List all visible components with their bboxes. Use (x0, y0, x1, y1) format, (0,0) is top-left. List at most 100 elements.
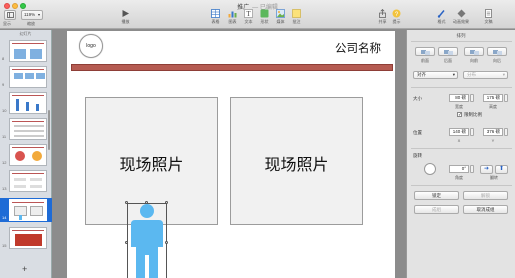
chart-label: 图表 (228, 19, 237, 24)
window-titlebar: 推广 — 已编辑 显示 119% ▾ 缩放 播放 表格 图表 T 文本 形状 媒体 … (0, 0, 515, 29)
ungroup-button[interactable]: 取消成组 (463, 205, 508, 214)
x-stepper[interactable] (470, 128, 474, 136)
slide-number: 11 (2, 134, 7, 139)
slide-preview (9, 144, 47, 166)
slide-number: 10 (2, 108, 7, 113)
distribute-select[interactable]: 分布 ▾ (463, 71, 508, 79)
resize-handle-top-right[interactable] (165, 201, 168, 204)
text-icon: T (244, 9, 253, 18)
text-label: 文本 (244, 19, 253, 24)
back-label: 后面 (444, 58, 452, 63)
table-label: 表格 (211, 19, 220, 24)
table-button[interactable]: 表格 (211, 9, 220, 25)
flip-vertical-icon: ⬆ (498, 166, 505, 172)
format-button[interactable]: 格式 (437, 9, 446, 25)
header-bar[interactable] (71, 64, 393, 71)
selection-frame (127, 203, 167, 278)
constrain-proportions-checkbox[interactable]: ✓ (457, 112, 462, 118)
help-icon: ? (392, 9, 401, 18)
height-stepper[interactable] (504, 94, 508, 102)
zoom-select[interactable]: 119% ▾ (21, 10, 43, 20)
slide-number: 9 (2, 82, 5, 87)
share-button[interactable]: 共享 (378, 9, 387, 25)
slide-thumbnail-14[interactable]: 14 (0, 198, 52, 222)
rotate-label: 旋转 (413, 153, 422, 158)
comment-button[interactable]: 批注 (292, 9, 301, 25)
text-button[interactable]: T 文本 (244, 9, 253, 25)
slide-thumbnail-8[interactable]: 8 (0, 39, 52, 63)
slide-preview (9, 66, 47, 88)
resize-handle-right[interactable] (165, 241, 168, 244)
bring-forward-button[interactable] (464, 47, 484, 56)
slide-thumbnail-9[interactable]: 9 (0, 65, 52, 89)
paintbrush-icon (437, 10, 445, 18)
group-button[interactable]: 成组 (414, 205, 459, 214)
send-to-back-button[interactable] (438, 47, 458, 56)
play-button[interactable]: 播放 (121, 9, 130, 25)
chevron-down-icon: ▾ (452, 72, 455, 77)
x-field[interactable]: 140 磅 (449, 128, 469, 136)
slide-thumbnail-12[interactable]: 12 (0, 143, 52, 167)
navigator-scrollbar[interactable] (48, 110, 50, 150)
arrange-inspector: 排列 前面 后面 向前 向后 对齐 ▾ 分布 ▾ 大小 80 磅 175 磅 宽度 … (406, 30, 515, 278)
y-stepper[interactable] (504, 128, 508, 136)
height-label: 高度 (489, 104, 497, 109)
add-slide-button[interactable]: + (22, 264, 27, 274)
table-icon (211, 9, 220, 18)
resize-handle-top[interactable] (145, 201, 148, 204)
logo-placeholder[interactable]: logo (79, 34, 103, 58)
height-field[interactable]: 175 磅 (483, 94, 503, 102)
divider (411, 41, 512, 42)
rotation-dial[interactable] (424, 163, 436, 175)
send-backward-button[interactable] (487, 47, 507, 56)
person-shape[interactable] (125, 201, 168, 278)
slide-thumbnail-13[interactable]: 13 (0, 169, 52, 193)
slide-preview (9, 40, 47, 62)
chevron-down-icon: ▾ (502, 72, 505, 77)
y-field[interactable]: 376 磅 (483, 128, 503, 136)
zoom-value: 119% (24, 12, 36, 17)
chart-button[interactable]: 图表 (228, 9, 237, 25)
slide-number: 14 (2, 215, 7, 220)
slide-thumbnail-11[interactable]: 11 (0, 117, 52, 141)
media-button[interactable]: 媒体 (276, 9, 285, 25)
divider (411, 185, 512, 186)
tips-button[interactable]: ? 提示 (392, 9, 401, 25)
x-label: X (457, 138, 461, 143)
angle-label: 角度 (455, 175, 463, 180)
view-label: 显示 (3, 21, 11, 26)
unlock-button[interactable]: 解锁 (463, 191, 508, 200)
angle-field[interactable]: 0° (449, 165, 469, 173)
bring-to-front-button[interactable] (415, 47, 435, 56)
align-select[interactable]: 对齐 ▾ (413, 71, 458, 79)
flip-vertical-button[interactable]: ⬆ (495, 165, 508, 174)
play-label: 播放 (121, 19, 130, 24)
animate-button[interactable]: 动画效果 (453, 9, 469, 25)
shape-icon (260, 9, 269, 18)
photo-placeholder-right[interactable]: 现场照片 (230, 97, 363, 225)
comment-icon (292, 9, 301, 18)
company-name[interactable]: 公司名称 (335, 40, 381, 56)
backward-label: 向后 (493, 58, 501, 63)
slide[interactable]: logo 公司名称 现场照片 现场照片 (67, 31, 395, 278)
angle-stepper[interactable] (470, 165, 474, 173)
share-label: 共享 (378, 19, 387, 24)
flip-label: 翻转 (490, 175, 498, 180)
view-button[interactable] (4, 10, 16, 20)
flip-horizontal-button[interactable]: ➜ (480, 165, 493, 174)
sidebar-icon (6, 12, 14, 18)
align-value: 对齐 (417, 72, 426, 77)
slide-thumbnail-15[interactable]: 15 (0, 226, 52, 250)
width-field[interactable]: 80 磅 (449, 94, 469, 102)
animate-label: 动画效果 (453, 19, 469, 24)
width-stepper[interactable] (470, 94, 474, 102)
flip-horizontal-icon: ➜ (483, 166, 490, 172)
document-button[interactable]: 文稿 (484, 9, 493, 25)
shape-button[interactable]: 形状 (260, 9, 269, 25)
lock-button[interactable]: 锁定 (414, 191, 459, 200)
resize-handle-top-left[interactable] (125, 201, 128, 204)
chevron-down-icon: ▾ (37, 12, 40, 17)
divider (411, 87, 512, 88)
resize-handle-left[interactable] (125, 241, 128, 244)
slide-thumbnail-10[interactable]: 10 (0, 91, 52, 115)
